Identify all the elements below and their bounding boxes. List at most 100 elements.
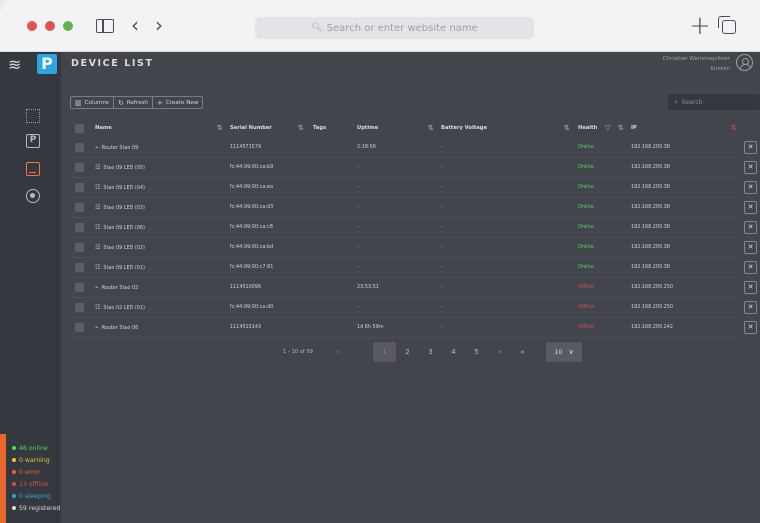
cell-name[interactable]: ☷ Stao 09 LED (02): [95, 240, 145, 256]
row-checkbox[interactable]: [75, 303, 84, 312]
row-checkbox[interactable]: [75, 323, 84, 332]
parking-icon[interactable]: P: [26, 134, 40, 148]
table-row[interactable]: ☷ Stao 09 LED (06) fc:44:99:00:ca:c8 - - Onli…: [70, 220, 760, 235]
cell-name[interactable]: ⌁ Router Stao 09: [95, 140, 138, 156]
select-all-checkbox[interactable]: [75, 124, 84, 133]
columns-button[interactable]: ▥ Columns: [71, 97, 114, 108]
dashboard-grid-icon[interactable]: [26, 109, 40, 123]
remove-row-close-icon[interactable]: ✕: [744, 141, 757, 154]
table-row[interactable]: ☷ Stao 09 LED (01) fc:44:99:00:c7:81 - - Onli…: [70, 260, 760, 275]
sort-health-icon[interactable]: ⇅: [618, 122, 624, 135]
cell-name[interactable]: ☷ Stao 09 LED (06): [95, 220, 145, 236]
cell-uptime: -: [357, 184, 359, 190]
next-page-button[interactable]: ›: [488, 342, 511, 362]
tab-overview-icon[interactable]: [718, 16, 736, 34]
remove-row-close-icon[interactable]: ✕: [744, 161, 757, 174]
forward-arrow-icon[interactable]: ›: [155, 13, 163, 37]
back-arrow-icon[interactable]: ‹: [131, 13, 139, 37]
maximize-window-button[interactable]: [63, 21, 73, 31]
table-row[interactable]: ⌁ Router Stao 09 1114571579 2:18:56 - Online 1…: [70, 140, 760, 155]
sort-ip-icon[interactable]: ⇅: [731, 122, 737, 135]
create-new-button[interactable]: + Create New: [153, 97, 202, 108]
brand-logo-p[interactable]: P: [37, 54, 57, 74]
row-checkbox[interactable]: [75, 163, 84, 172]
page-button-2[interactable]: 2: [396, 342, 419, 362]
table-row[interactable]: ☷ Stao 02 LED (01) fc:44:99:00:ca:d0 - - Offl…: [70, 300, 760, 315]
remove-row-close-icon[interactable]: ✕: [744, 241, 757, 254]
table-row[interactable]: ☷ Stao 09 LED (03) fc:44:99:00:ca:d3 - - Onli…: [70, 200, 760, 215]
sidebar-toggle-icon[interactable]: [96, 19, 114, 33]
table-row[interactable]: ☷ Stao 09 LED (05) fc:44:99:00:ca:b9 - - Onli…: [70, 160, 760, 175]
address-bar-placeholder: Search or enter website name: [326, 22, 478, 34]
table-row[interactable]: ☷ Stao 09 LED (02) fc:44:99:00:ca:bd - - Onli…: [70, 240, 760, 255]
first-page-button[interactable]: «: [327, 342, 350, 362]
page-button-1[interactable]: 1: [372, 342, 396, 362]
remove-row-close-icon[interactable]: ✕: [744, 261, 757, 274]
header-battery[interactable]: Battery Voltage: [441, 122, 487, 135]
page-button-4[interactable]: 4: [442, 342, 465, 362]
cell-name[interactable]: ☷ Stao 09 LED (03): [95, 200, 145, 216]
remove-row-close-icon[interactable]: ✕: [744, 321, 757, 334]
cell-name[interactable]: ⌁ Router Stao 06: [95, 320, 138, 336]
last-page-button[interactable]: »: [511, 342, 534, 362]
header-name[interactable]: Name: [95, 122, 112, 135]
sort-serial-icon[interactable]: ⇅: [298, 122, 304, 135]
remove-row-close-icon[interactable]: ✕: [744, 201, 757, 214]
cell-health: Offline: [578, 304, 595, 310]
chevron-down-icon: ∨: [568, 348, 574, 356]
address-bar[interactable]: 🔍︎ Search or enter website name: [255, 17, 534, 39]
remove-row-close-icon[interactable]: ✕: [744, 181, 757, 194]
cell-name[interactable]: ☷ Stao 09 LED (05): [95, 160, 145, 176]
header-ip[interactable]: IP: [631, 122, 637, 135]
browser-window: ‹ › 🔍︎ Search or enter website name + ≋ …: [0, 0, 760, 523]
minimize-window-button[interactable]: [45, 21, 55, 31]
row-checkbox[interactable]: [75, 263, 84, 272]
row-checkbox[interactable]: [75, 223, 84, 232]
new-tab-plus-icon[interactable]: +: [689, 11, 711, 41]
row-checkbox[interactable]: [75, 203, 84, 212]
page-button-5[interactable]: 5: [465, 342, 488, 362]
status-item[interactable]: 0 warning: [12, 454, 60, 466]
table-row[interactable]: ☷ Stao 09 LED (04) fc:44:99:00:ca:ea - - Onli…: [70, 180, 760, 195]
table-row[interactable]: ⌁ Router Stao 02 1114510096 23:53:51 - Offlin…: [70, 280, 760, 295]
status-item[interactable]: 46 online: [12, 442, 60, 454]
status-item[interactable]: 0 error: [12, 466, 60, 478]
header-serial[interactable]: Serial Number: [230, 122, 272, 135]
cell-ip: 192.168.200.38: [631, 224, 670, 230]
row-checkbox[interactable]: [75, 283, 84, 292]
cell-uptime: 2:18:56: [357, 144, 376, 150]
cell-name[interactable]: ⌁ Router Stao 02: [95, 280, 138, 296]
header-uptime[interactable]: Uptime: [357, 122, 378, 135]
device-list-icon[interactable]: [26, 162, 40, 176]
remove-row-close-icon[interactable]: ✕: [744, 281, 757, 294]
refresh-button[interactable]: ↻ Refresh: [114, 97, 153, 108]
header-tags[interactable]: Tags: [313, 122, 326, 135]
status-item[interactable]: 13 offline: [12, 478, 60, 490]
header-health[interactable]: Health: [578, 122, 597, 135]
user-role: Kirsten: [710, 66, 730, 72]
status-item[interactable]: 59 registered: [12, 502, 60, 514]
sort-name-icon[interactable]: ⇅: [217, 122, 223, 135]
status-item[interactable]: 0 sleeping: [12, 490, 60, 502]
cell-ip: 192.168.200.38: [631, 264, 670, 270]
cell-name[interactable]: ☷ Stao 09 LED (04): [95, 180, 145, 196]
location-target-icon[interactable]: [26, 189, 40, 203]
table-row[interactable]: ⌁ Router Stao 06 1114515143 1d 6h 59m - Offli…: [70, 320, 760, 335]
filter-health-icon[interactable]: ▽: [605, 122, 610, 135]
close-window-button[interactable]: [27, 21, 37, 31]
remove-row-close-icon[interactable]: ✕: [744, 221, 757, 234]
page-button-3[interactable]: 3: [419, 342, 442, 362]
row-checkbox[interactable]: [75, 183, 84, 192]
row-checkbox[interactable]: [75, 143, 84, 152]
sort-battery-icon[interactable]: ⇅: [564, 122, 570, 135]
cell-serial: fc:44:99:00:ca:bd: [230, 244, 274, 250]
avatar[interactable]: [736, 54, 753, 71]
search-input[interactable]: ⌕ Search: [668, 94, 760, 110]
row-checkbox[interactable]: [75, 243, 84, 252]
sort-uptime-icon[interactable]: ⇅: [428, 122, 434, 135]
cell-name[interactable]: ☷ Stao 09 LED (01): [95, 260, 145, 276]
prev-page-button[interactable]: ‹: [350, 342, 373, 362]
per-page-select[interactable]: 10 ∨: [545, 342, 582, 362]
remove-row-close-icon[interactable]: ✕: [744, 301, 757, 314]
cell-name[interactable]: ☷ Stao 02 LED (01): [95, 300, 145, 316]
